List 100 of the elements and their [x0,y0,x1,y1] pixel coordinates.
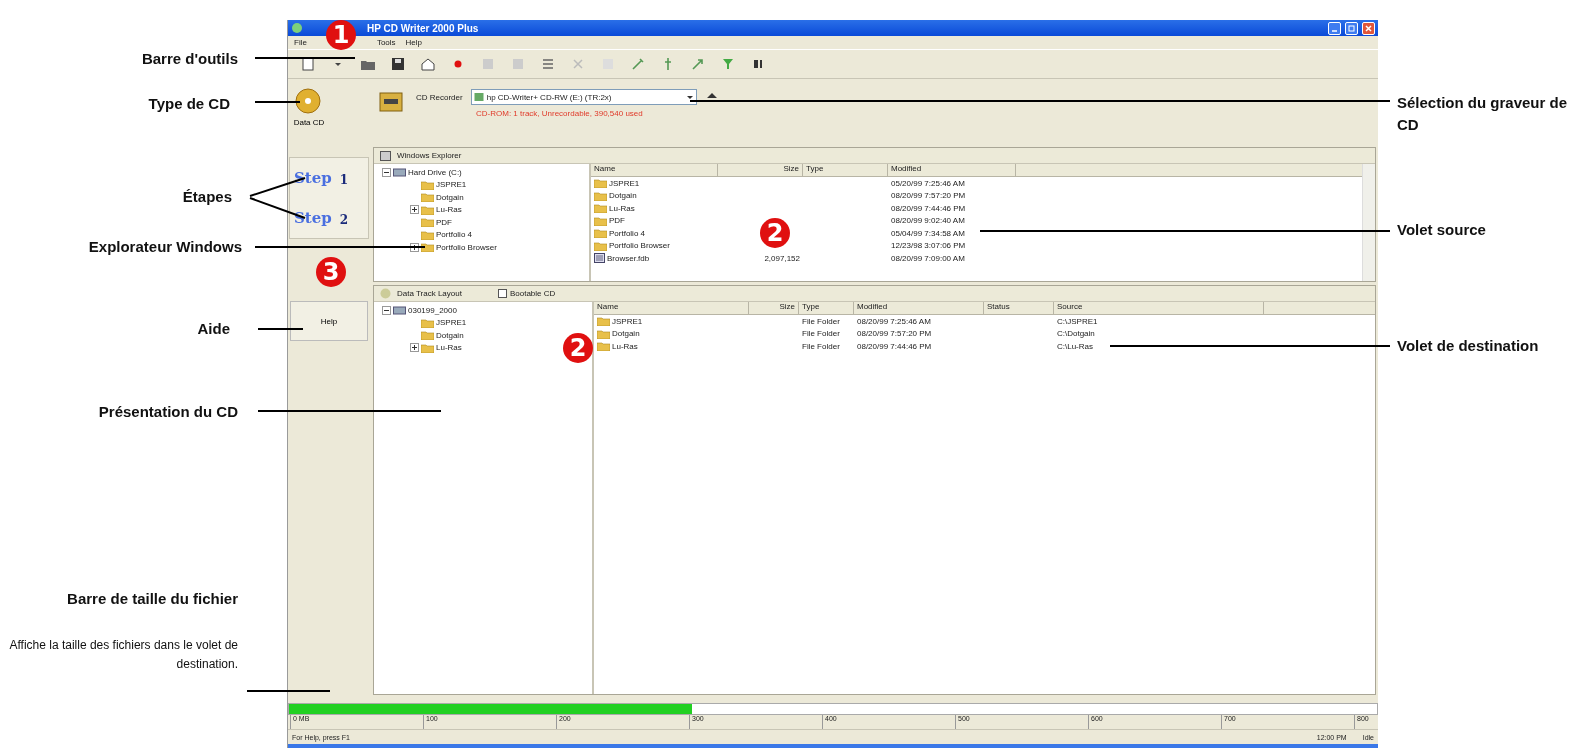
folder-icon [594,203,607,214]
table-cell: Browser.fdb [607,253,650,263]
minimize-button[interactable] [1328,21,1341,35]
tree-item[interactable]: Lu-Ras [436,343,462,353]
help-button[interactable]: Help [290,301,368,341]
callout-label: Volet de destination [1397,336,1540,356]
folder-icon [594,240,607,251]
callout-description: Affiche la taille des fichiers dans le volet de destination. [8,637,238,674]
table-cell: 08/20/99 7:09:00 AM [891,253,965,263]
column-header[interactable]: Type [803,164,888,176]
menu-item[interactable]: Help [405,38,423,47]
column-header[interactable]: Modified [854,302,984,314]
tree-item[interactable]: JSPRE1 [436,318,467,328]
cd-type-label: Data CD [293,118,325,127]
leader-line [258,328,303,330]
save-icon[interactable] [390,56,406,72]
table-cell: 2,097,152 [764,253,800,263]
plus-icon[interactable] [410,205,419,215]
column-header[interactable]: Size [718,164,803,176]
column-header[interactable]: Name [591,164,718,176]
folder-icon [594,215,607,226]
folder-icon [421,330,434,341]
tree-item[interactable]: Lu-Ras [436,205,462,215]
recorder-label: CD Recorder [416,92,463,102]
tree-item[interactable]: Portfolio 4 [436,230,473,240]
close-button[interactable] [1362,21,1375,35]
window-title: HP CD Writer 2000 Plus [367,22,480,34]
tree-item[interactable]: JSPRE1 [436,180,467,190]
column-header[interactable]: Size [749,302,799,314]
callout-label: Étapes [181,187,232,207]
folder-icon [597,328,610,339]
list-icon[interactable] [540,56,556,72]
recorder-dropdown[interactable]: hp CD-Writer+ CD-RW (E:) (TR:2x) [470,89,697,105]
step-button[interactable]: Step 2 [290,209,368,227]
folder-icon [594,228,607,239]
drive-icon [393,167,406,178]
table-cell: 05/04/99 7:34:58 AM [891,228,965,238]
table-cell: PDF [609,216,625,226]
tree-item[interactable]: Hard Drive (C:) [408,167,462,177]
tree-item[interactable]: Dotgain [436,192,464,202]
minus-icon[interactable] [382,305,391,315]
tree-item[interactable]: Dotgain [436,330,464,340]
table-cell: 08/20/99 7:44:46 PM [857,341,932,351]
tree-item[interactable]: Portfolio Browser [436,242,497,252]
callout-label: Sélection du graveur de CD [1397,93,1569,135]
drive-icon [393,305,406,316]
callout-label: Explorateur Windows [87,237,242,257]
drive-icon [473,92,484,102]
cd-type-button[interactable]: Data CD [293,85,325,127]
column-header[interactable]: Type [799,302,854,314]
table-cell: Portfolio Browser [609,241,670,251]
table-cell: C:\JSPRE1 [1057,316,1098,326]
wand-icon[interactable] [630,56,646,72]
disc-icon [294,85,324,115]
folder-icon [594,190,607,201]
folder-icon [421,317,434,328]
callout-label: Aide [196,319,230,339]
maximize-button[interactable] [1345,21,1358,35]
recorder-info: CD-ROM: 1 track, Unrecordable, 390,540 used [476,109,644,118]
disc-icon [380,288,391,299]
folder-icon [421,192,434,203]
column-header[interactable]: Modified [888,164,1016,176]
menu-item[interactable]: Tools [376,38,396,47]
table-cell: Dotgain [612,329,640,339]
tree-item[interactable]: 030199_2000 [408,305,457,315]
table-cell: File Folder [802,341,840,351]
new-document-icon[interactable] [300,56,316,72]
checkbox-label: Bootable CD [509,289,556,298]
column-header[interactable]: Name [594,302,749,314]
table-cell: 12/23/98 3:07:06 PM [891,241,966,251]
checkbox[interactable] [497,289,507,298]
menu-item[interactable]: File [294,38,307,47]
table-cell: 08/20/99 7:57:20 PM [857,329,932,339]
callout-label: Barre d'outils [140,49,238,69]
table-cell: 08/20/99 7:25:46 AM [857,316,931,326]
table-cell: File Folder [802,329,840,339]
folder-icon [421,179,434,190]
table-cell: JSPRE1 [612,316,643,326]
table-cell: 08/20/99 7:57:20 PM [891,191,966,201]
plus-icon[interactable] [410,343,419,353]
explorer-icon [380,150,391,161]
file-icon [594,253,605,264]
close-icon [1365,24,1372,32]
arrow-icon[interactable] [690,56,706,72]
panel-title: Windows Explorer [397,151,462,160]
column-header[interactable]: Status [984,302,1054,314]
recorder-icon [378,89,404,115]
folder-icon [421,342,434,353]
folder-icon [597,341,610,352]
leader-line [255,101,300,103]
tree-item[interactable]: PDF [436,217,452,227]
minus-icon[interactable] [382,167,391,177]
step-button[interactable]: Step 1 [290,169,368,187]
table-cell: Dotgain [609,191,637,201]
table-cell: Lu-Ras [609,203,635,213]
house-icon[interactable] [420,56,436,72]
column-header[interactable]: Source [1054,302,1264,314]
table-cell: 08/20/99 9:02:40 AM [891,216,965,226]
table-cell: JSPRE1 [609,178,640,188]
folder-icon [421,204,434,215]
